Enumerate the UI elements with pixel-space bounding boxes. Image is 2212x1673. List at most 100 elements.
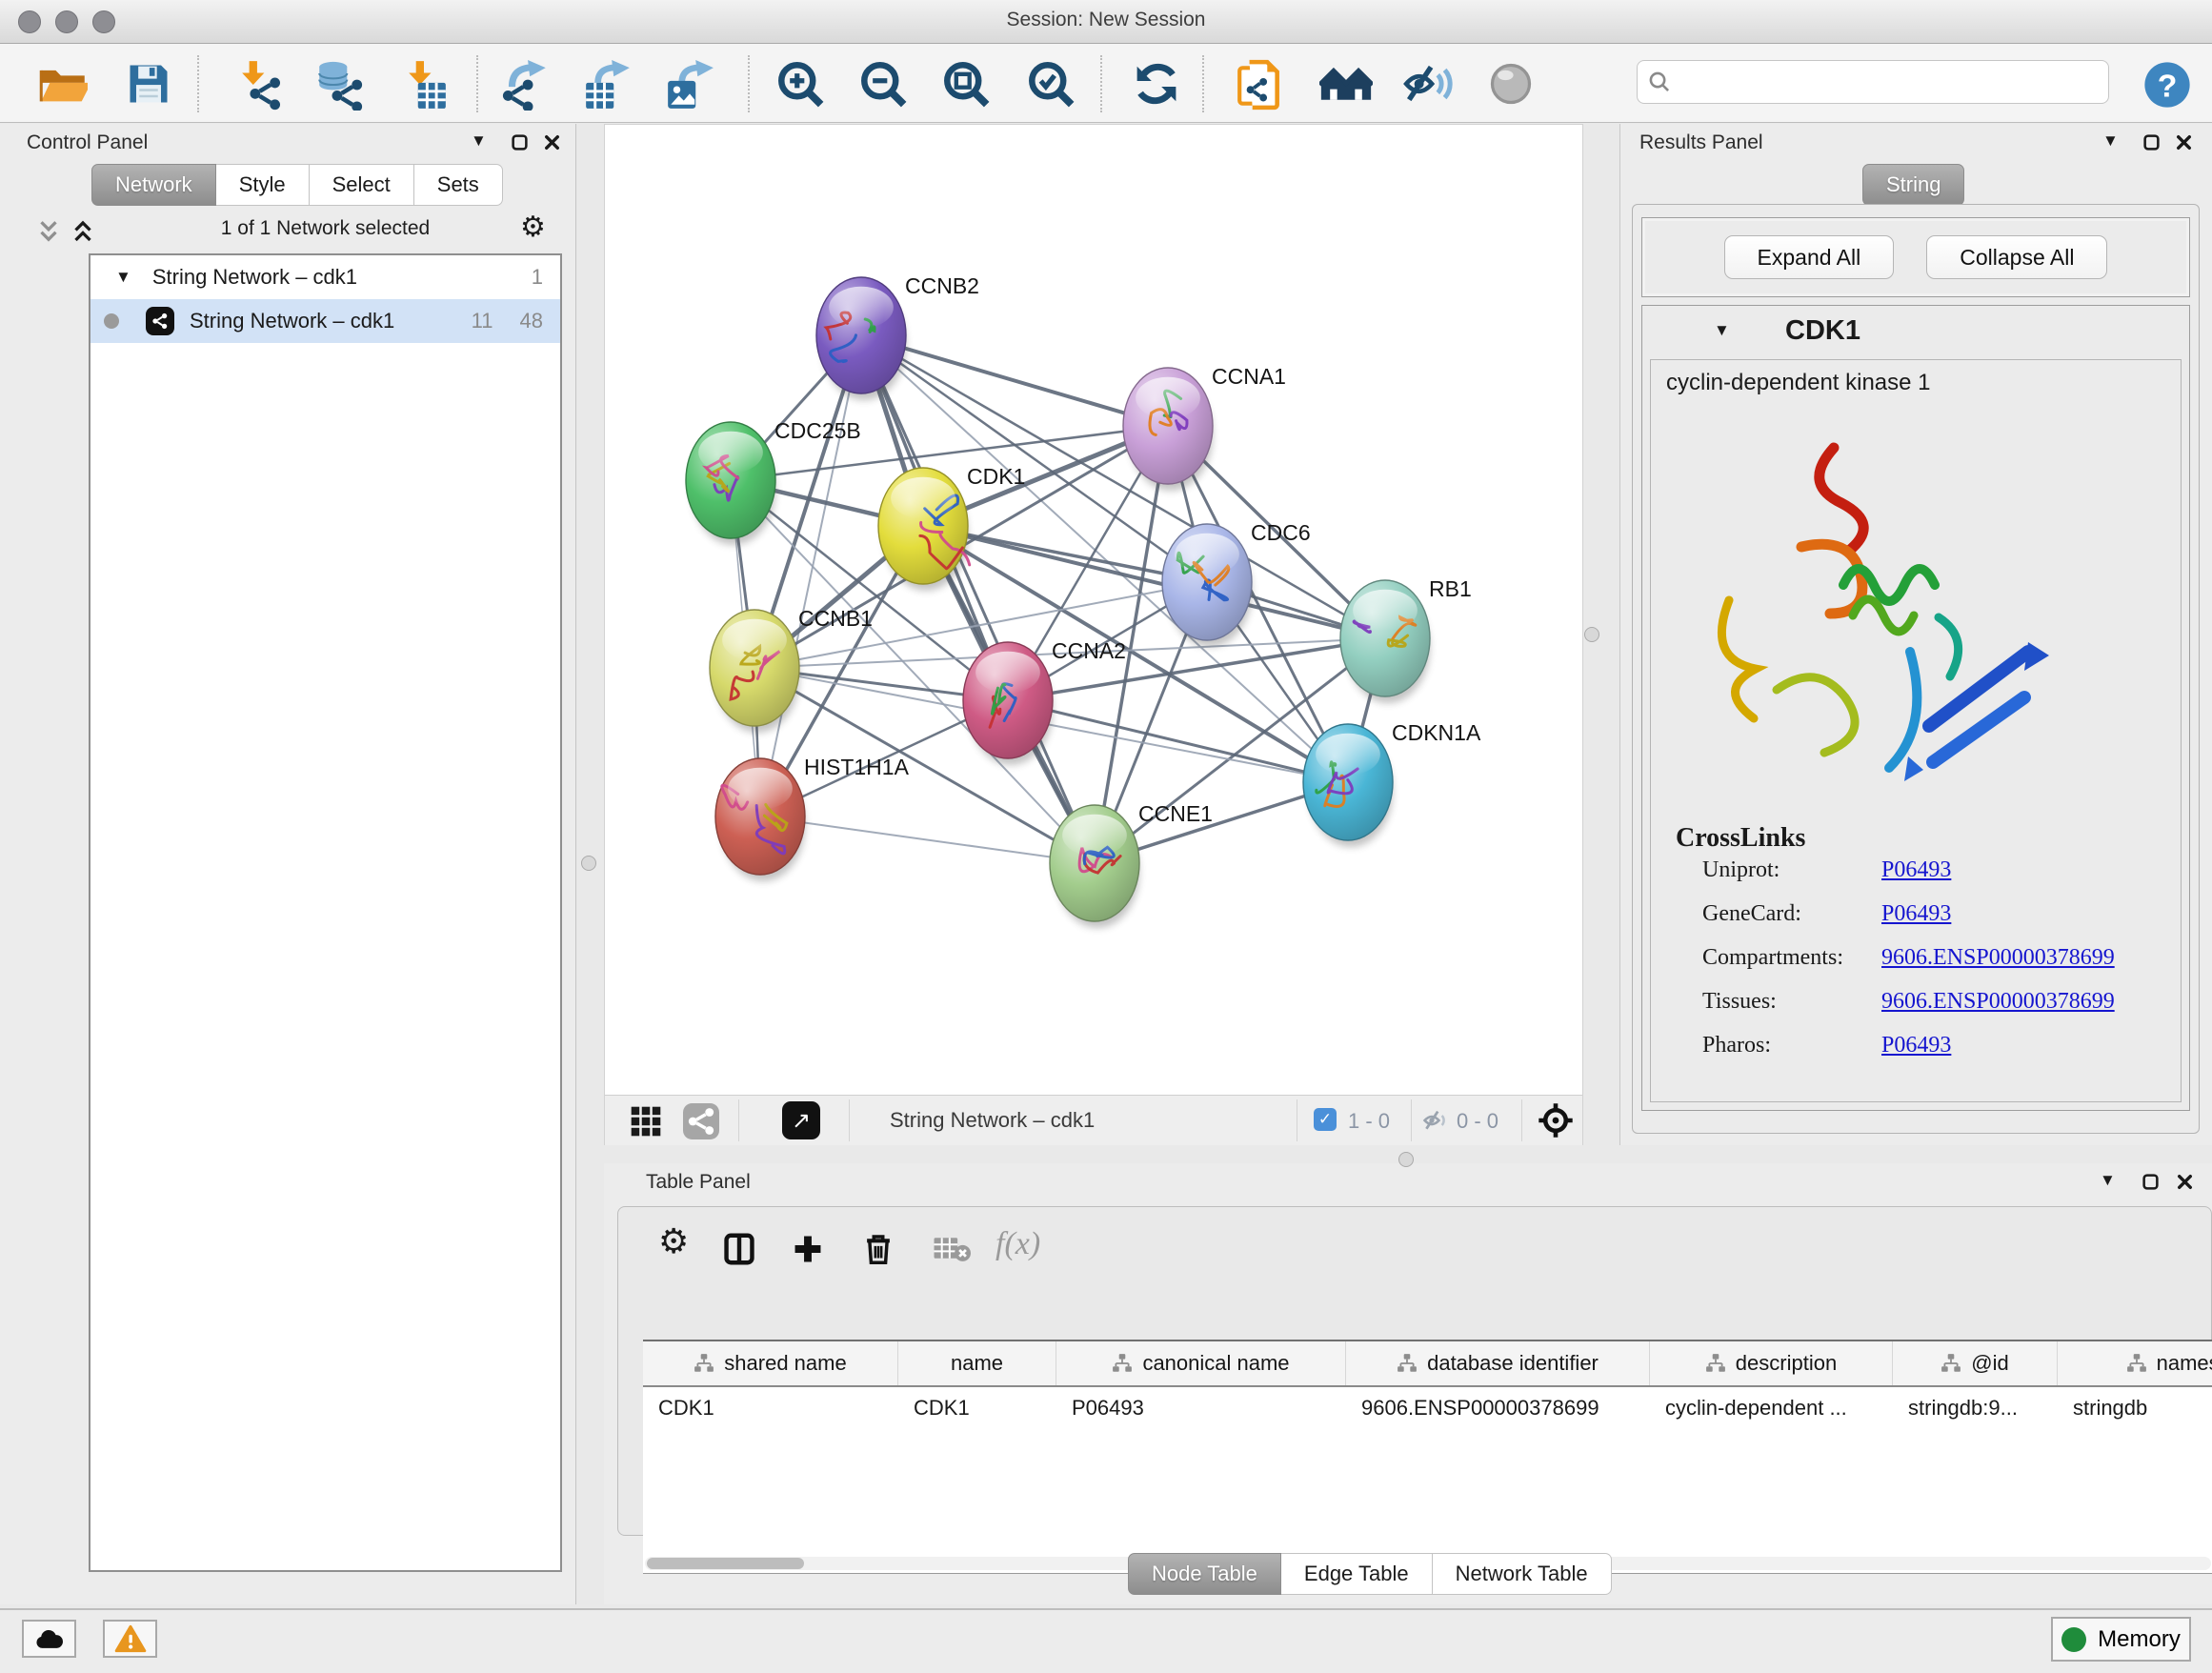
table-cell[interactable]: P06493 (1056, 1387, 1346, 1429)
string-home-button[interactable] (1317, 57, 1373, 111)
delete-column-button[interactable] (860, 1231, 896, 1267)
open-session-button[interactable] (36, 57, 91, 111)
zoom-fit-button[interactable] (939, 57, 995, 111)
help-button[interactable]: ? (2140, 57, 2197, 111)
function-builder-button[interactable]: f(x) (995, 1226, 1040, 1262)
show-glass-ball-button[interactable] (1484, 57, 1539, 111)
results-panel-float-button[interactable] (2142, 133, 2161, 151)
tab-string[interactable]: String (1862, 164, 1964, 206)
crosslink-link[interactable]: P06493 (1881, 1033, 1951, 1058)
network-node-CDK1[interactable]: CDK1 (878, 464, 1025, 591)
share-document-button[interactable] (1233, 57, 1288, 111)
network-edge[interactable] (1008, 700, 1348, 782)
network-node-CCNE1[interactable]: CCNE1 (1050, 801, 1213, 928)
tab-select[interactable]: Select (310, 164, 414, 206)
network-view[interactable]: CCNB2CCNA1CDC25BCDK1CDC6RB1CCNB1CCNA2CDK… (604, 124, 1583, 1145)
collection-expand-arrow[interactable]: ▼ (115, 268, 131, 287)
tab-sets[interactable]: Sets (414, 164, 503, 206)
column-header-shared-name[interactable]: shared name (643, 1341, 898, 1385)
add-column-button[interactable] (790, 1231, 826, 1267)
crosslink-link[interactable]: P06493 (1881, 857, 1951, 883)
crosslink-link[interactable]: 9606.ENSP00000378699 (1881, 945, 2115, 971)
column-header-description[interactable]: description (1650, 1341, 1893, 1385)
expand-all-button[interactable]: Expand All (1724, 235, 1895, 279)
export-network-button[interactable] (498, 57, 553, 111)
import-table-from-file-button[interactable] (396, 57, 452, 111)
network-node-CCNA2[interactable]: CCNA2 (963, 638, 1126, 765)
node-table[interactable]: shared namenamecanonical namedatabase id… (643, 1340, 2212, 1574)
network-edge[interactable] (923, 526, 1385, 638)
table-cell[interactable]: stringdb (2058, 1387, 2212, 1429)
tab-style[interactable]: Style (216, 164, 310, 206)
scrollbar-thumb[interactable] (647, 1558, 804, 1569)
delete-table-button[interactable] (933, 1231, 971, 1265)
cloud-status-button[interactable] (22, 1620, 76, 1658)
column-header-namespace[interactable]: namespace (2058, 1341, 2212, 1385)
network-row-selected[interactable]: String Network – cdk1 11 48 (90, 299, 560, 343)
tab-network-table[interactable]: Network Table (1433, 1553, 1612, 1595)
network-node-CCNB1[interactable]: CCNB1 (710, 606, 873, 733)
table-cell[interactable]: CDK1 (643, 1387, 898, 1429)
network-node-RB1[interactable]: RB1 (1340, 576, 1472, 703)
network-graph[interactable]: CCNB2CCNA1CDC25BCDK1CDC6RB1CCNB1CCNA2CDK… (605, 125, 1582, 1095)
column-header-name[interactable]: name (898, 1341, 1056, 1385)
table-cell[interactable]: stringdb:9... (1893, 1387, 2058, 1429)
zoom-out-button[interactable] (856, 57, 912, 111)
gene-section-collapse-arrow[interactable]: ▼ (1714, 321, 1730, 340)
network-share-button[interactable] (683, 1103, 719, 1139)
crosslink-link[interactable]: P06493 (1881, 901, 1951, 927)
toolbar-search-field[interactable] (1637, 60, 2109, 104)
tab-network[interactable]: Network (91, 164, 216, 206)
collapse-all-networks-button[interactable] (34, 217, 63, 246)
column-header-database-identifier[interactable]: database identifier (1346, 1341, 1650, 1385)
network-panel-options-gear-icon[interactable]: ⚙ (520, 213, 546, 242)
zoom-selected-button[interactable] (1024, 57, 1079, 111)
network-node-CDKN1A[interactable]: CDKN1A (1303, 720, 1481, 847)
network-grid-view-button[interactable] (630, 1105, 662, 1138)
selected-checkbox-icon[interactable]: ✓ (1314, 1108, 1337, 1131)
control-panel-menu-arrow[interactable]: ▼ (471, 131, 487, 151)
search-input[interactable] (1679, 71, 2099, 94)
control-panel-close-button[interactable] (543, 133, 561, 151)
network-node-CCNA1[interactable]: CCNA1 (1123, 364, 1286, 491)
network-node-CCNB2[interactable]: CCNB2 (816, 273, 979, 400)
warnings-button[interactable] (103, 1620, 157, 1658)
tab-edge-table[interactable]: Edge Table (1281, 1553, 1433, 1595)
left-splitter-handle[interactable] (581, 856, 596, 871)
save-session-button[interactable] (122, 57, 177, 111)
hidden-eye-slash-icon[interactable] (1422, 1107, 1451, 1134)
network-edge[interactable] (760, 816, 1095, 863)
network-edge[interactable] (861, 335, 1095, 863)
crosslink-link[interactable]: 9606.ENSP00000378699 (1881, 989, 2115, 1015)
network-collection-row[interactable]: ▼ String Network – cdk1 1 (90, 255, 560, 299)
results-panel-close-button[interactable] (2175, 133, 2193, 151)
zoom-in-button[interactable] (774, 57, 829, 111)
network-edge[interactable] (760, 335, 861, 816)
right-splitter-handle[interactable] (1584, 627, 1599, 642)
column-header-canonical-name[interactable]: canonical name (1056, 1341, 1346, 1385)
import-network-from-database-button[interactable] (312, 57, 367, 111)
table-cell[interactable]: cyclin-dependent ... (1650, 1387, 1893, 1429)
table-panel-close-button[interactable] (2176, 1173, 2194, 1191)
table-panel-menu-arrow[interactable]: ▼ (2100, 1171, 2116, 1190)
bottom-splitter-handle[interactable] (1398, 1152, 1414, 1167)
network-edge[interactable] (861, 335, 1168, 426)
export-table-button[interactable] (580, 57, 635, 111)
table-panel-float-button[interactable] (2142, 1173, 2160, 1191)
control-panel-float-button[interactable] (511, 133, 529, 151)
show-columns-button[interactable] (721, 1231, 757, 1267)
hide-enhanced-labels-button[interactable] (1401, 57, 1457, 111)
table-row[interactable]: CDK1CDK1P064939606.ENSP00000378699cyclin… (643, 1387, 2212, 1429)
network-node-HIST1H1A[interactable]: HIST1H1A (715, 755, 910, 881)
collapse-all-button[interactable]: Collapse All (1926, 235, 2107, 279)
export-image-button[interactable] (662, 57, 717, 111)
results-panel-menu-arrow[interactable]: ▼ (2102, 131, 2119, 151)
tab-node-table[interactable]: Node Table (1128, 1553, 1281, 1595)
birds-eye-view-button[interactable] (1537, 1101, 1575, 1139)
refresh-view-button[interactable] (1130, 57, 1185, 111)
table-cell[interactable]: 9606.ENSP00000378699 (1346, 1387, 1650, 1429)
open-in-browser-button[interactable]: ↗ (782, 1101, 820, 1139)
import-network-from-file-button[interactable] (231, 57, 287, 111)
memory-button[interactable]: Memory (2051, 1617, 2191, 1662)
network-edges[interactable] (731, 335, 1385, 863)
